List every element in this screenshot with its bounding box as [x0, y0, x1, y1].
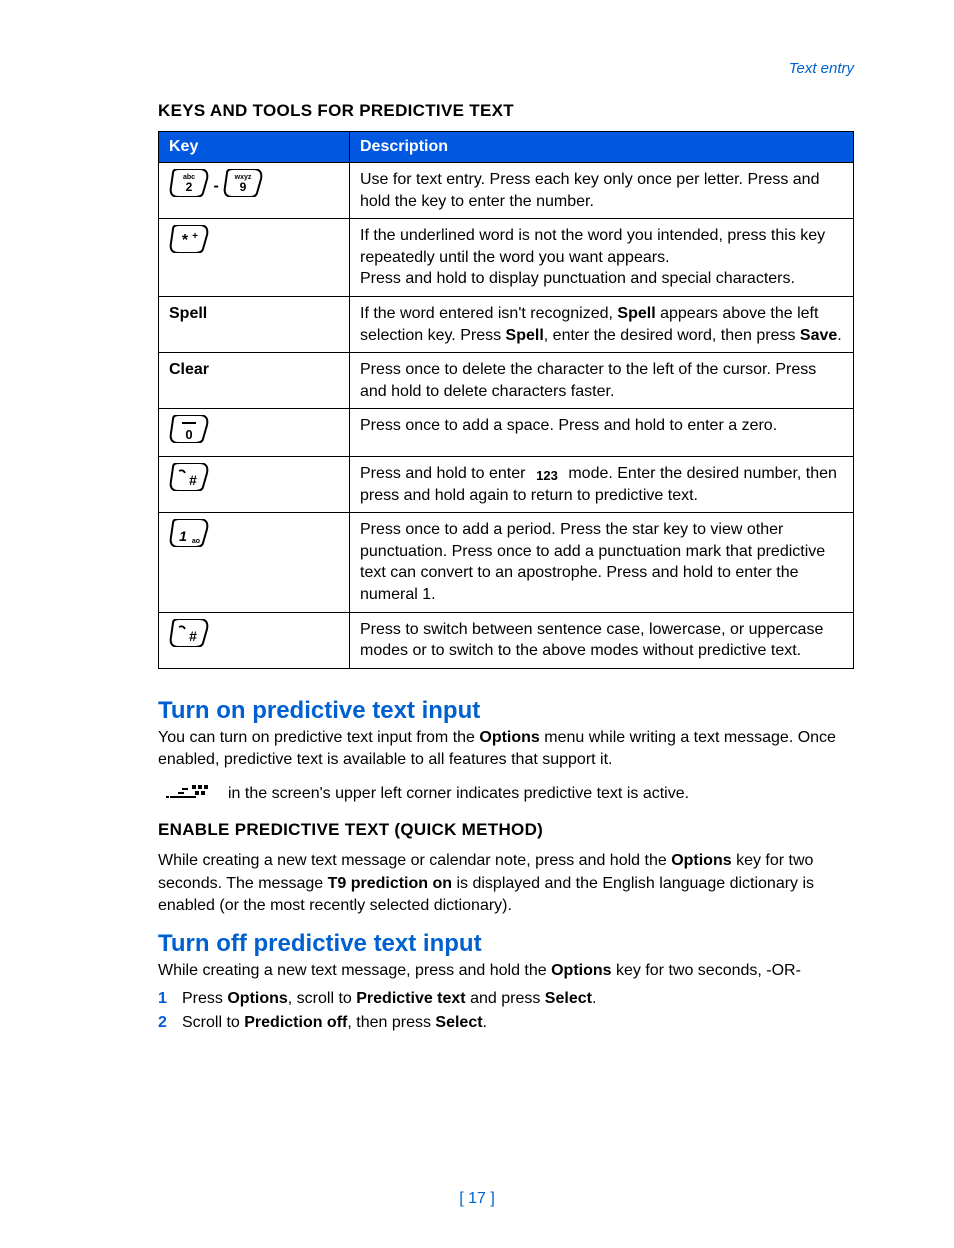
- step-number: 1: [158, 990, 172, 1008]
- svg-text:ao: ao: [192, 538, 200, 545]
- svg-text:+: +: [192, 231, 198, 242]
- page-number: [ 17 ]: [0, 1190, 954, 1208]
- key-cell: #: [159, 612, 350, 668]
- key-range-separator: -: [213, 178, 218, 195]
- svg-text:#: #: [189, 628, 197, 644]
- svg-text:#: #: [189, 472, 197, 488]
- step-number: 2: [158, 1014, 172, 1032]
- key-hash-icon: #: [169, 463, 209, 498]
- key-2-icon: abc2: [169, 169, 209, 204]
- step-text: Scroll to Prediction off, then press Sel…: [182, 1014, 487, 1032]
- description-cell: Press to switch between sentence case, l…: [350, 612, 854, 668]
- list-item: 2 Scroll to Prediction off, then press Se…: [158, 1014, 854, 1032]
- svg-text:0: 0: [185, 427, 192, 442]
- key-star-icon: *+: [169, 225, 209, 260]
- section-heading-enable-quick: ENABLE PREDICTIVE TEXT (QUICK METHOD): [158, 820, 854, 840]
- svg-text:1: 1: [179, 528, 187, 544]
- key-1-icon: 1 ao: [169, 519, 209, 554]
- mode-123-icon: 123: [530, 465, 564, 482]
- key-9-icon: wxyz9: [223, 169, 263, 204]
- table-row: # Press and hold to enter 123 mode. Enter…: [159, 456, 854, 512]
- turn-on-body: You can turn on predictive text input fr…: [158, 727, 854, 772]
- key-cell: #: [159, 456, 350, 512]
- key-0-icon: 0: [169, 415, 209, 450]
- indicator-text: in the screen's upper left corner indica…: [228, 785, 689, 803]
- key-cell: *+: [159, 219, 350, 297]
- section-heading-keys-tools: KEYS AND TOOLS FOR PREDICTIVE TEXT: [158, 101, 854, 121]
- key-cell: 1 ao: [159, 513, 350, 612]
- predictive-indicator-icon: [164, 783, 212, 804]
- step-text: Press Options, scroll to Predictive text…: [182, 990, 596, 1008]
- key-cell: Spell: [159, 296, 350, 352]
- keys-table: Key Description abc2 - wxyz9Use for text…: [158, 131, 854, 669]
- turn-off-body: While creating a new text message, press…: [158, 960, 854, 982]
- svg-text:*: *: [182, 232, 189, 249]
- table-row: *+ If the underlined word is not the word…: [159, 219, 854, 297]
- list-item: 1 Press Options, scroll to Predictive tex…: [158, 990, 854, 1008]
- table-row: 1 ao Press once to add a period. Press the…: [159, 513, 854, 612]
- table-row: ClearPress once to delete the character …: [159, 353, 854, 409]
- description-cell: Press and hold to enter 123 mode. Enter …: [350, 456, 854, 512]
- turn-off-steps: 1 Press Options, scroll to Predictive tex…: [158, 990, 854, 1032]
- enable-quick-body: While creating a new text message or cal…: [158, 850, 854, 917]
- svg-text:2: 2: [186, 180, 193, 194]
- table-row: SpellIf the word entered isn't recognize…: [159, 296, 854, 352]
- section-heading-turn-on: Turn on predictive text input: [158, 697, 854, 725]
- description-cell: If the underlined word is not the word y…: [350, 219, 854, 297]
- svg-text:123: 123: [536, 468, 558, 482]
- table-row: 0 Press once to add a space. Press and ho…: [159, 409, 854, 457]
- svg-text:9: 9: [240, 180, 247, 194]
- table-header-description: Description: [350, 132, 854, 163]
- table-header-key: Key: [159, 132, 350, 163]
- description-cell: Press once to add a space. Press and hol…: [350, 409, 854, 457]
- description-cell: Use for text entry. Press each key only …: [350, 163, 854, 219]
- description-cell: Press once to delete the character to th…: [350, 353, 854, 409]
- table-row: # Press to switch between sentence case, …: [159, 612, 854, 668]
- table-row: abc2 - wxyz9Use for text entry. Press ea…: [159, 163, 854, 219]
- description-cell: If the word entered isn't recognized, Sp…: [350, 296, 854, 352]
- breadcrumb: Text entry: [158, 60, 854, 77]
- key-hash-icon: #: [169, 619, 209, 654]
- key-cell: 0: [159, 409, 350, 457]
- key-cell: Clear: [159, 353, 350, 409]
- section-heading-turn-off: Turn off predictive text input: [158, 930, 854, 958]
- key-cell: abc2 - wxyz9: [159, 163, 350, 219]
- description-cell: Press once to add a period. Press the st…: [350, 513, 854, 612]
